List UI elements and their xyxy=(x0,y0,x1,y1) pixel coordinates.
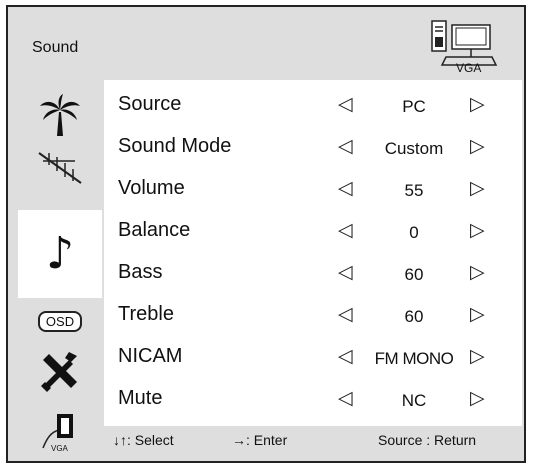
music-note-icon[interactable]: ♪ xyxy=(28,228,92,279)
source-row[interactable]: Source ◁ PC ▷ xyxy=(118,93,514,121)
sound-mode-right-arrow[interactable]: ▷ xyxy=(470,135,485,158)
nicam-value: FM MONO xyxy=(374,349,454,368)
mute-right-arrow[interactable]: ▷ xyxy=(470,387,485,410)
balance-row[interactable]: Balance ◁ 0 ▷ xyxy=(118,219,514,247)
vga-connector-icon[interactable]: VGA xyxy=(28,408,92,454)
volume-label: Volume xyxy=(118,177,185,199)
volume-left-arrow[interactable]: ◁ xyxy=(338,177,353,200)
bass-value: 60 xyxy=(404,265,424,284)
balance-label: Balance xyxy=(118,219,191,241)
sound-mode-left-arrow[interactable]: ◁ xyxy=(338,135,353,158)
nicam-label: NICAM xyxy=(118,345,183,367)
nicam-right-arrow[interactable]: ▷ xyxy=(470,345,485,368)
nicam-row[interactable]: NICAM ◁ FM MONO ▷ xyxy=(118,345,514,373)
volume-row[interactable]: Volume ◁ 55 ▷ xyxy=(118,177,514,205)
osd-icon[interactable]: OSD xyxy=(28,298,92,344)
picture-icon[interactable] xyxy=(28,92,92,138)
treble-left-arrow[interactable]: ◁ xyxy=(338,303,353,326)
treble-row[interactable]: Treble ◁ 60 ▷ xyxy=(118,303,514,331)
treble-label: Treble xyxy=(118,303,174,325)
volume-value: 55 xyxy=(404,181,424,200)
bass-right-arrow[interactable]: ▷ xyxy=(470,261,485,284)
antenna-icon[interactable] xyxy=(28,146,92,192)
mute-value: NC xyxy=(401,391,427,410)
treble-value: 60 xyxy=(404,307,424,326)
nicam-left-arrow[interactable]: ◁ xyxy=(338,345,353,368)
source-left-arrow[interactable]: ◁ xyxy=(338,93,353,116)
balance-left-arrow[interactable]: ◁ xyxy=(338,219,353,242)
source-label: VGA xyxy=(456,61,482,75)
tools-icon[interactable] xyxy=(28,350,92,396)
bass-left-arrow[interactable]: ◁ xyxy=(338,261,353,284)
bass-row[interactable]: Bass ◁ 60 ▷ xyxy=(118,261,514,289)
svg-text:VGA: VGA xyxy=(51,444,69,453)
mute-label: Mute xyxy=(118,387,163,409)
footer-enter-hint: →: Enter xyxy=(232,432,288,448)
mute-row[interactable]: Mute ◁ NC ▷ xyxy=(118,387,514,415)
sound-mode-value: Custom xyxy=(384,139,444,158)
menu-title: Sound xyxy=(32,39,79,56)
sound-mode-label: Sound Mode xyxy=(118,135,232,157)
source-device-icon xyxy=(431,20,498,66)
source-label: Source xyxy=(118,93,182,115)
source-right-arrow[interactable]: ▷ xyxy=(470,93,485,116)
sound-settings-panel xyxy=(104,80,522,426)
balance-value: 0 xyxy=(409,223,419,242)
footer-select-hint: ↓↑: Select xyxy=(113,432,174,448)
sound-mode-row[interactable]: Sound Mode ◁ Custom ▷ xyxy=(118,135,514,163)
footer-return-hint: Source : Return xyxy=(378,432,477,448)
bass-label: Bass xyxy=(118,261,163,283)
treble-right-arrow[interactable]: ▷ xyxy=(470,303,485,326)
balance-right-arrow[interactable]: ▷ xyxy=(470,219,485,242)
volume-right-arrow[interactable]: ▷ xyxy=(470,177,485,200)
source-value: PC xyxy=(402,97,426,116)
mute-left-arrow[interactable]: ◁ xyxy=(338,387,353,410)
